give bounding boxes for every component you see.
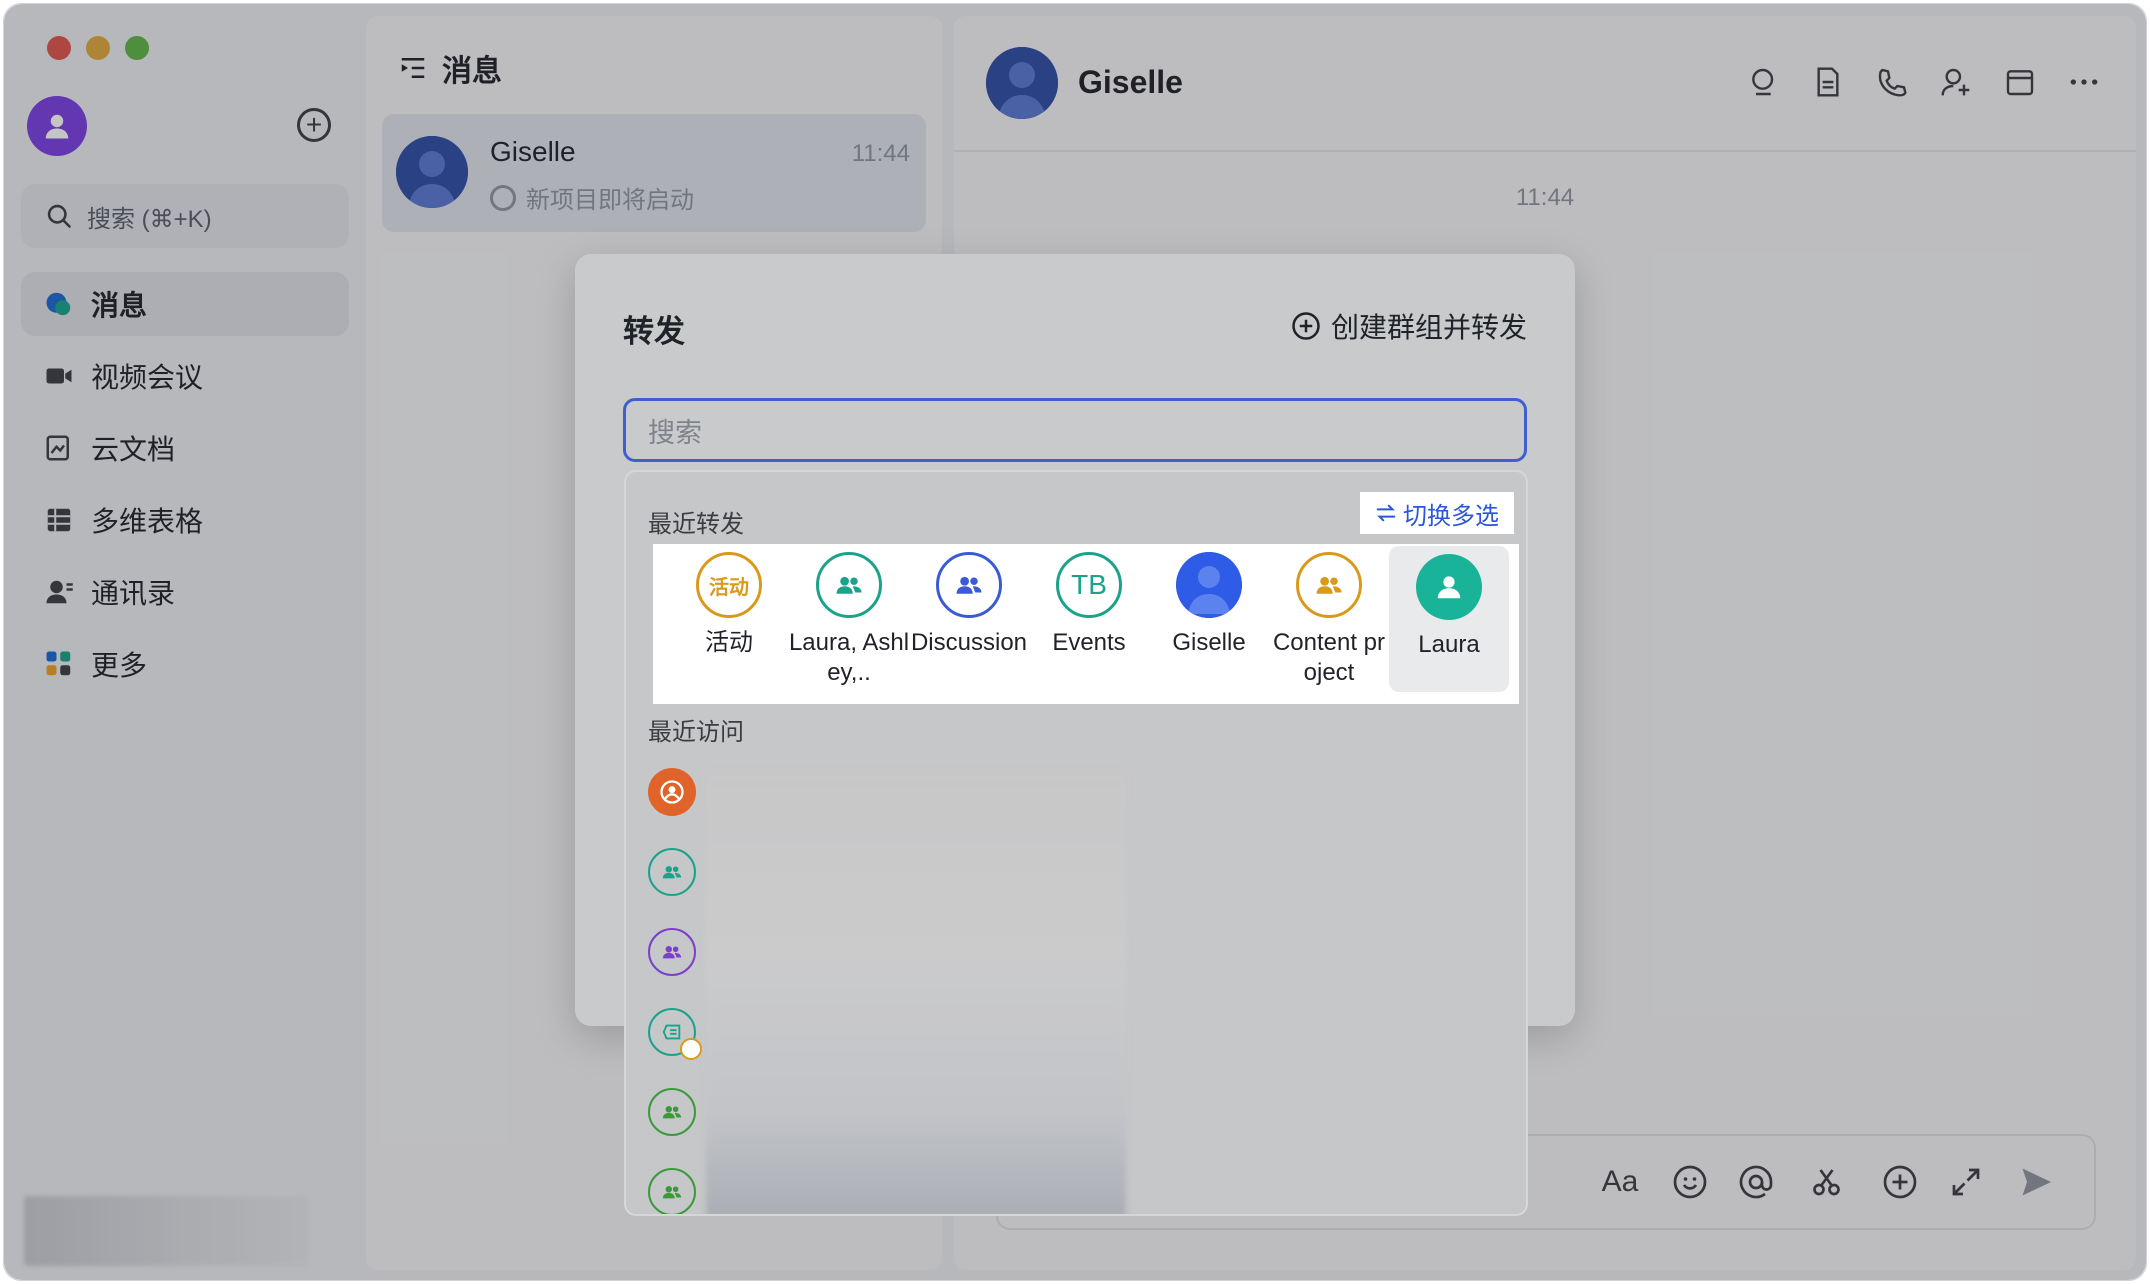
recent-item-laura[interactable]: Laura [1389, 546, 1509, 692]
list-item-avatar[interactable] [648, 848, 696, 896]
group-icon [662, 1186, 682, 1199]
list-item-avatar[interactable] [648, 928, 696, 976]
person-icon [1437, 576, 1461, 599]
avatar [936, 552, 1002, 618]
multi-select-toggle[interactable]: 切换多选 [1360, 492, 1514, 534]
recent-visit-title: 最近访问 [648, 719, 744, 746]
recent-item-content-project[interactable]: Content project [1269, 544, 1389, 704]
swap-arrows-icon [1376, 504, 1396, 522]
group-badge-icon [680, 1038, 702, 1060]
recent-item-events[interactable]: TB Events [1029, 544, 1149, 704]
group-icon [836, 576, 862, 594]
recent-forward-title: 最近转发 [648, 511, 744, 538]
list-item-avatar[interactable] [648, 1008, 702, 1060]
forward-results-panel: 最近转发 切换多选 活动 活动 Laura, Ashley,.. Discuss… [624, 470, 1528, 1216]
search-placeholder: 搜索 [648, 417, 702, 448]
list-item-avatar[interactable] [648, 1168, 696, 1214]
topic-icon [662, 1024, 681, 1040]
avatar [1296, 552, 1362, 618]
group-icon [662, 866, 682, 879]
blurred-list-names [706, 772, 1126, 1214]
avatar: TB [1056, 552, 1122, 618]
group-icon [662, 946, 682, 959]
plus-circle-icon [1292, 312, 1320, 340]
recent-item-discussion[interactable]: Discussion [909, 544, 1029, 704]
recent-item-label: Events [1052, 629, 1126, 656]
location-pin-icon [660, 780, 684, 804]
avatar [1176, 552, 1242, 618]
group-icon [662, 1106, 682, 1119]
list-item-avatar[interactable] [648, 768, 696, 816]
recent-item-label: Discussion [910, 629, 1028, 656]
recent-visit-list [648, 768, 702, 1214]
forward-search-input[interactable]: 搜索 [623, 398, 1527, 462]
recent-item-label: Laura, Ashley,.. [788, 629, 910, 686]
create-group-forward-button[interactable]: 创建群组并转发 [1291, 306, 1527, 346]
create-group-label: 创建群组并转发 [1330, 312, 1527, 343]
recent-item-label: Content project [1272, 629, 1386, 686]
recent-item-giselle[interactable]: Giselle [1149, 544, 1269, 704]
recent-item-activity[interactable]: 活动 活动 [669, 544, 789, 704]
group-icon [1316, 576, 1342, 594]
recent-forward-list: 活动 活动 Laura, Ashley,.. Discussion TB Eve… [653, 544, 1519, 704]
person-photo-icon [1176, 552, 1242, 618]
list-item-avatar[interactable] [648, 1088, 696, 1136]
avatar: 活动 [696, 552, 762, 618]
group-icon [956, 576, 982, 594]
recent-item-laura-ashley[interactable]: Laura, Ashley,.. [789, 544, 909, 704]
avatar [1416, 554, 1482, 620]
multi-select-label: 切换多选 [1403, 502, 1499, 530]
recent-item-label: Giselle [1172, 629, 1246, 656]
avatar [816, 552, 882, 618]
dialog-title: 转发 [623, 314, 685, 349]
recent-item-label: Laura [1418, 631, 1480, 658]
recent-item-label: 活动 [705, 629, 753, 656]
